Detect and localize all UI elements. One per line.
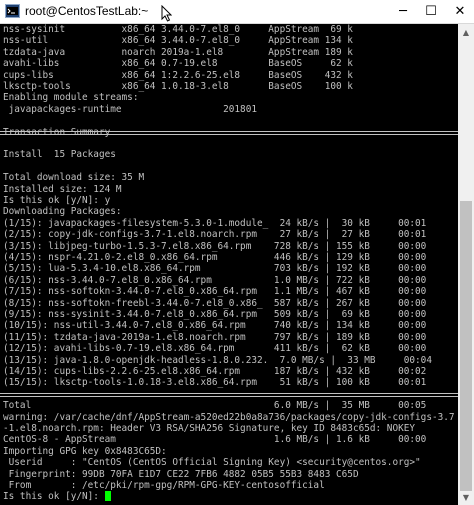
terminal-line: Is this ok [y/N]: <box>3 491 111 502</box>
terminal-line: Total 6.0 MB/s | 35 MB 00:05 <box>3 400 427 412</box>
terminal-line: nss-util x86_64 3.44.0-7.el8_0 AppStream… <box>3 35 353 47</box>
vertical-scrollbar[interactable]: ▲ ▼ <box>458 24 474 505</box>
terminal-line: Installed size: 124 M <box>3 183 122 195</box>
terminal-output[interactable]: nss-sysinit x86_64 3.44.0-7.el8_0 AppStr… <box>0 24 458 505</box>
terminal-line: (8/15): nss-softokn-freebl-3.44.0-7.el8_… <box>3 297 427 309</box>
terminal-line: javapackages-runtime 201801 <box>3 103 257 115</box>
terminal-window: root@CentosTestLab:~ ─ ☐ ✕ nss-sysinit x… <box>0 0 474 505</box>
maximize-button[interactable]: ☐ <box>417 0 445 23</box>
terminal-line: warning: /var/cache/dnf/AppStream-a520ed… <box>3 411 455 423</box>
terminal-line: Enabling module streams: <box>3 92 139 104</box>
terminal-app-icon <box>5 4 20 18</box>
terminal-line: Is this ok [y/N]: y <box>3 195 111 206</box>
separator-line <box>0 393 458 398</box>
minimize-icon: ─ <box>399 4 407 19</box>
scroll-down-arrow-icon: ▼ <box>462 492 470 502</box>
title-bar[interactable]: root@CentosTestLab:~ ─ ☐ ✕ <box>0 0 474 24</box>
terminal-line: Fingerprint: 99DB 70FA E1D7 CE22 7FB6 48… <box>3 468 359 480</box>
terminal-line: (5/15): lua-5.3.4-10.el8.x86_64.rpm 703 … <box>3 263 427 275</box>
scroll-up-button[interactable]: ▲ <box>458 24 474 40</box>
close-icon: ✕ <box>454 4 466 19</box>
terminal-line: (14/15): cups-libs-2.2.6-25.el8.x86_64.r… <box>3 366 427 377</box>
terminal-line: Userid : "CentOS (CentOS Official Signin… <box>3 457 421 469</box>
terminal-line: (2/15): copy-jdk-configs-3.7-1.el8.noarc… <box>3 229 427 241</box>
terminal-line: tzdata-java noarch 2019a-1.el8 AppStream… <box>3 46 353 58</box>
scrollbar-thumb[interactable] <box>460 201 472 491</box>
terminal-line: (15/15): lksctp-tools-1.0.18-3.el8.x86_6… <box>3 377 427 389</box>
terminal-line: (4/15): nspr-4.21.0-2.el8_0.x86_64.rpm 4… <box>3 252 427 263</box>
mouse-cursor-icon <box>161 5 172 22</box>
terminal-line: (1/15): javapackages-filesystem-5.3.0-1.… <box>3 217 427 229</box>
minimize-button[interactable]: ─ <box>389 0 417 23</box>
terminal-line: (3/15): libjpeg-turbo-1.5.3-7.el8.x86_64… <box>3 240 427 252</box>
scroll-down-button[interactable]: ▼ <box>458 489 474 505</box>
terminal-line: lksctp-tools x86_64 1.0.18-3.el8 BaseOS … <box>3 81 353 92</box>
terminal-line: (11/15): tzdata-java-2019a-1.el8.noarch.… <box>3 331 427 343</box>
terminal-line: Importing GPG key 0x8483C65D: <box>3 445 167 457</box>
maximize-icon: ☐ <box>425 4 437 19</box>
terminal-line: (10/15): nss-util-3.44.0-7.el8_0.x86_64.… <box>3 320 427 332</box>
terminal-line: (12/15): avahi-libs-0.7-19.el8.x86_64.rp… <box>3 343 427 355</box>
terminal-line: Downloading Packages: <box>3 206 122 218</box>
terminal-line: avahi-libs x86_64 0.7-19.el8 BaseOS 62 k <box>3 58 353 70</box>
terminal-line: -1.el8.noarch.rpm: Header V3 RSA/SHA256 … <box>3 423 416 434</box>
terminal-line: From : /etc/pki/rpm-gpg/RPM-GPG-KEY-cent… <box>3 480 325 491</box>
terminal-line: Install 15 Packages <box>3 149 116 161</box>
separator-line <box>0 131 458 135</box>
text-cursor <box>104 491 111 502</box>
terminal-line: (6/15): nss-3.44.0-7.el8_0.x86_64.rpm 1.… <box>3 274 427 286</box>
close-button[interactable]: ✕ <box>446 0 474 23</box>
terminal-line: CentOS-8 - AppStream 1.6 MB/s | 1.6 kB 0… <box>3 434 427 446</box>
window-title: root@CentosTestLab:~ <box>25 4 149 18</box>
terminal-line: Total download size: 35 M <box>3 172 145 184</box>
terminal-line: nss-sysinit x86_64 3.44.0-7.el8_0 AppStr… <box>3 24 353 35</box>
terminal-line: (13/15): java-1.8.0-openjdk-headless-1.8… <box>3 354 432 366</box>
scroll-up-arrow-icon: ▲ <box>462 27 470 37</box>
terminal-line: (9/15): nss-sysinit-3.44.0-7.el8_0.x86_6… <box>3 309 427 320</box>
terminal-line: cups-libs x86_64 1:2.2.6-25.el8 BaseOS 4… <box>3 69 353 81</box>
terminal-line: (7/15): nss-softokn-3.44.0-7.el8_0.x86_6… <box>3 286 427 298</box>
